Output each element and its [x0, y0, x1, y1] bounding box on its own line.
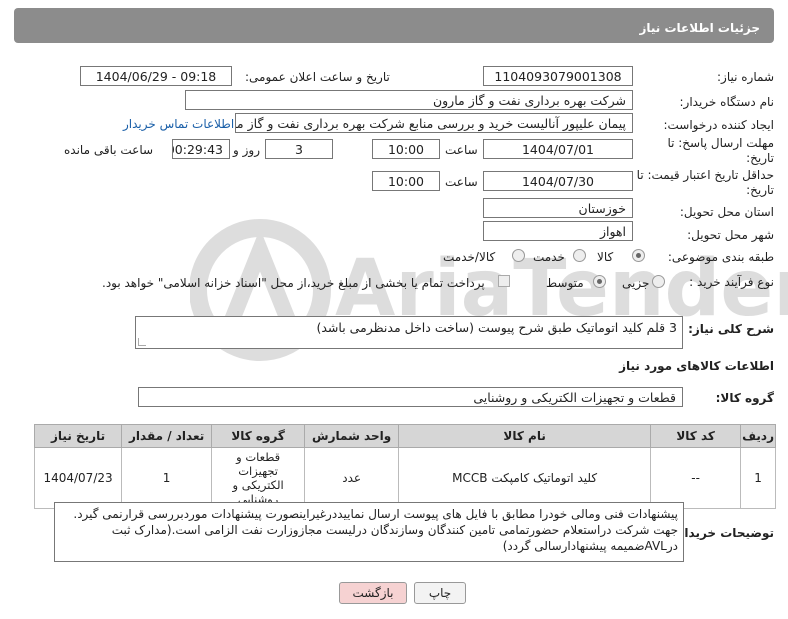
summary-text: 3 قلم کلید اتوماتیک طبق شرح پیوست (ساخت …: [316, 320, 677, 335]
buyer-notes-line-2: جهت شرکت دراستعلام حضورتمامی تامین کنندگ…: [111, 523, 678, 537]
buyer-notes-line-1: پیشنهادات فنی ومالی خودرا مطابق با فایل …: [73, 507, 678, 521]
goods-section-title: اطلاعات کالاهای مورد نیاز: [619, 359, 774, 373]
send-deadline-label: مهلت ارسال پاسخ: تا تاریخ:: [667, 136, 774, 165]
category-option-service: خدمت: [533, 250, 565, 264]
col-header-name: نام کالا: [398, 424, 652, 448]
col-header-row: ردیف: [740, 424, 776, 448]
category-radio-service[interactable]: [573, 249, 586, 262]
send-deadline-date-field: 1404/07/01: [483, 139, 633, 159]
goods-table: ردیف کد کالا نام کالا واحد شمارش گروه کا…: [33, 424, 776, 509]
process-option-minor: جزیی: [622, 276, 650, 290]
send-deadline-time-label: ساعت: [445, 143, 478, 157]
buyer-org-label: نام دستگاه خریدار:: [679, 95, 775, 109]
process-option-medium: متوسط: [546, 276, 584, 290]
back-button[interactable]: بازگشت: [339, 582, 407, 604]
remaining-time-field: 00:29:43: [172, 139, 230, 159]
table-row: 1 -- کلید اتوماتیک کامپکت MCCB عدد قطعات…: [33, 447, 776, 509]
days-remaining-field: 3: [265, 139, 333, 159]
category-radio-goods-service[interactable]: [512, 249, 525, 262]
days-label: روز و: [233, 143, 260, 157]
price-deadline-date-field: 1404/07/30: [483, 171, 633, 191]
buyer-notes-label: توضیحات خریدار:: [672, 526, 774, 540]
buyer-contact-link[interactable]: اطلاعات تماس خریدار: [123, 117, 234, 131]
process-label: نوع فرآیند خرید :: [689, 275, 774, 289]
requester-field: پیمان علیپور آنالیست خرید و بررسی منابع …: [235, 113, 633, 133]
print-button[interactable]: چاپ: [414, 582, 466, 604]
buyer-notes-line-3: درAVLضمیمه پیشنهادارسالی گردد): [502, 539, 678, 553]
announce-date-field: 1404/06/29 - 09:18: [80, 66, 232, 86]
cell-quantity: 1: [121, 447, 213, 509]
category-option-goods: کالا: [597, 250, 614, 264]
province-label: استان محل تحویل:: [679, 205, 774, 219]
summary-label: شرح کلی نیاز:: [688, 322, 774, 336]
col-header-quantity: تعداد / مقدار: [121, 424, 213, 448]
price-deadline-label: حداقل تاریخ اعتبار قیمت: تا تاریخ:: [636, 168, 774, 197]
cell-row-number: 1: [740, 447, 776, 509]
city-field: اهواز: [483, 221, 633, 241]
need-number-label: شماره نیاز:: [717, 70, 774, 84]
announce-date-label: تاریخ و ساعت اعلان عمومی:: [245, 70, 390, 84]
process-radio-minor[interactable]: [652, 275, 665, 288]
buyer-notes-textarea: پیشنهادات فنی ومالی خودرا مطابق با فایل …: [54, 502, 684, 562]
col-header-code: کد کالا: [650, 424, 742, 448]
process-radio-medium[interactable]: [593, 275, 606, 288]
buyer-org-field: شرکت بهره برداری نفت و گاز مارون: [185, 90, 633, 110]
cell-unit: عدد: [304, 447, 400, 509]
cell-item-name: کلید اتوماتیک کامپکت MCCB: [398, 447, 652, 509]
category-label: طبقه بندی موضوعی:: [667, 250, 774, 264]
send-deadline-time-field: 10:00: [372, 139, 440, 159]
cell-item-code: --: [650, 447, 742, 509]
remaining-time-label: ساعت باقی مانده: [64, 143, 154, 157]
page-header: جزئیات اطلاعات نیاز: [14, 8, 774, 43]
treasury-payment-note: پرداخت تمام یا بخشی از مبلغ خرید،از محل …: [102, 276, 485, 290]
category-option-goods-service: کالا/خدمت: [443, 250, 496, 264]
category-radio-goods[interactable]: [632, 249, 645, 262]
price-deadline-time-label: ساعت: [445, 175, 478, 189]
province-field: خوزستان: [483, 198, 633, 218]
resize-grip-icon[interactable]: [138, 338, 146, 346]
price-deadline-time-field: 10:00: [372, 171, 440, 191]
cell-group: قطعات و تجهیزات الکتریکی و روشنایی: [211, 447, 306, 509]
summary-textarea: 3 قلم کلید اتوماتیک طبق شرح پیوست (ساخت …: [135, 316, 683, 349]
city-label: شهر محل تحویل:: [687, 228, 774, 242]
col-header-need-date: تاریخ نیاز: [33, 424, 123, 448]
need-number-field: 1104093079001308: [483, 66, 633, 86]
goods-group-field: قطعات و تجهیزات الکتریکی و روشنایی: [138, 387, 683, 407]
col-header-unit: واحد شمارش: [304, 424, 400, 448]
col-header-group: گروه کالا: [211, 424, 306, 448]
goods-group-label: گروه کالا:: [715, 391, 774, 405]
requester-label: ایجاد کننده درخواست:: [663, 118, 774, 132]
goods-table-header: ردیف کد کالا نام کالا واحد شمارش گروه کا…: [33, 424, 776, 448]
cell-need-date: 1404/07/23: [33, 447, 123, 509]
treasury-payment-checkbox[interactable]: [498, 275, 510, 287]
